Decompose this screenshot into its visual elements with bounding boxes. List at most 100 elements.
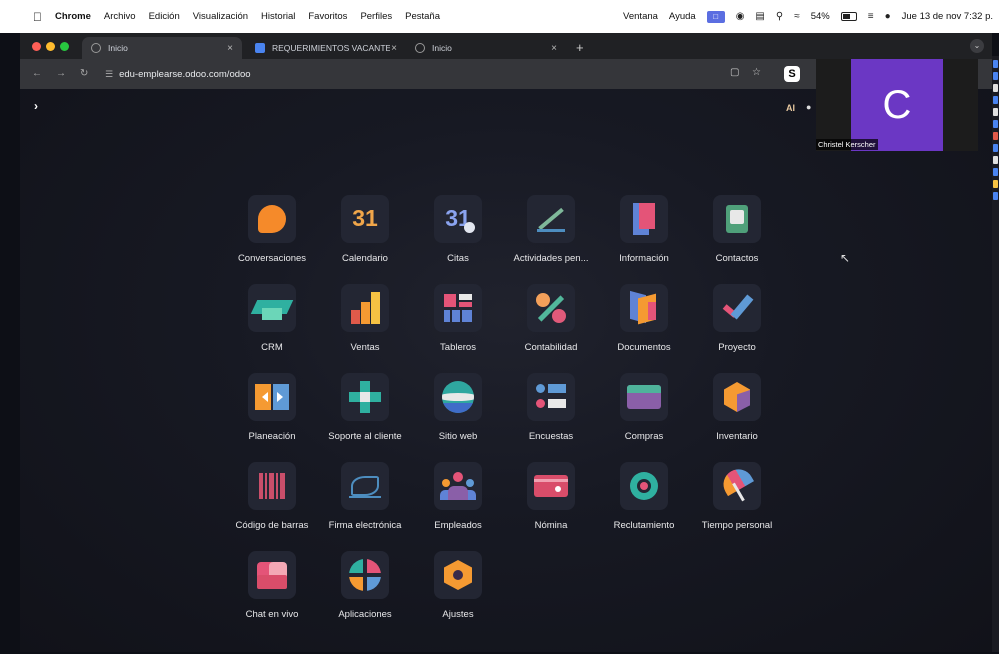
app-aplicaciones[interactable]: Aplicaciones (315, 551, 415, 631)
ai-button[interactable]: AI (786, 103, 795, 113)
app-label: Chat en vivo (245, 609, 299, 620)
app-label: Tableros (440, 342, 476, 353)
control-center-icon[interactable]: ≡ (868, 11, 874, 22)
url-text[interactable]: edu-emplearse.odoo.com/odoo (119, 69, 251, 80)
video-call-tile[interactable]: C Christel Kerscher (816, 59, 978, 151)
bookmark-star-icon[interactable]: ☆ (752, 67, 761, 78)
app-ventas[interactable]: Ventas (315, 284, 415, 364)
close-window-button[interactable] (32, 42, 41, 51)
screen-share-icon[interactable]: □ (706, 10, 725, 23)
menu-perfiles[interactable]: Perfiles (360, 11, 392, 22)
chat-icon[interactable]: ● (806, 102, 811, 112)
survey-icon (527, 373, 575, 421)
app-label: Ajustes (442, 609, 474, 620)
app-empleados[interactable]: Empleados (408, 462, 508, 542)
odoo-home: › AI ● Conversaciones 31 Calendario 31 C… (20, 89, 992, 652)
new-tab-icon[interactable]: + (576, 40, 584, 55)
forward-icon[interactable]: → (56, 68, 66, 79)
helpdesk-plus-icon (341, 373, 389, 421)
address-bar[interactable]: ☰ edu-emplearse.odoo.com/odoo (105, 64, 785, 84)
minimize-window-button[interactable] (46, 42, 55, 51)
tab-inicio-2[interactable]: Inicio × (406, 37, 566, 59)
menu-ventana[interactable]: Ventana (623, 11, 658, 22)
app-reclutamiento[interactable]: Reclutamiento (594, 462, 694, 542)
app-calendario[interactable]: 31 Calendario (315, 195, 415, 275)
back-icon[interactable]: ← (32, 68, 42, 79)
app-contactos[interactable]: Contactos (687, 195, 787, 275)
menu-visualizacion[interactable]: Visualización (193, 11, 248, 22)
app-actividades[interactable]: Actividades pen... (501, 195, 601, 275)
app-label: Tiempo personal (701, 520, 773, 531)
contact-card-icon (713, 195, 761, 243)
accounting-percent-icon (527, 284, 575, 332)
recruitment-icon (620, 462, 668, 510)
reload-icon[interactable]: ↻ (80, 68, 88, 79)
app-documentos[interactable]: Documentos (594, 284, 694, 364)
app-inventario[interactable]: Inventario (687, 373, 787, 453)
app-conversaciones[interactable]: Conversaciones (222, 195, 322, 275)
menu-ayuda[interactable]: Ayuda (669, 11, 696, 22)
app-sitio-web[interactable]: Sitio web (408, 373, 508, 453)
app-proyecto[interactable]: Proyecto (687, 284, 787, 364)
menu-favoritos[interactable]: Favoritos (308, 11, 347, 22)
app-informacion[interactable]: Información (594, 195, 694, 275)
app-label: Contactos (715, 253, 759, 264)
app-nomina[interactable]: Nómina (501, 462, 601, 542)
siri-icon[interactable]: ● (885, 11, 891, 22)
battery-icon[interactable] (840, 12, 857, 21)
menubar-datetime[interactable]: Jue 13 de nov 7:32 p. (902, 11, 993, 22)
install-app-icon[interactable]: ▢ (730, 67, 739, 78)
app-label: CRM (261, 342, 283, 353)
background-window-edge (992, 56, 999, 652)
app-label: Código de barras (235, 520, 309, 531)
app-label: Reclutamiento (613, 520, 675, 531)
window-controls (32, 42, 69, 51)
app-codigo-barras[interactable]: Código de barras (222, 462, 322, 542)
app-label: Planeación (248, 431, 296, 442)
planning-icon (248, 373, 296, 421)
close-tab-icon[interactable]: × (551, 43, 557, 54)
close-tab-icon[interactable]: × (227, 43, 233, 54)
actividades-icon (527, 195, 575, 243)
app-tiempo-personal[interactable]: Tiempo personal (687, 462, 787, 542)
app-contabilidad[interactable]: Contabilidad (501, 284, 601, 364)
broadcast-icon[interactable]: ◉ (736, 11, 745, 22)
tab-inicio-1[interactable]: Inicio × (82, 37, 242, 59)
settings-hex-icon (434, 551, 482, 599)
doc-icon (255, 43, 265, 53)
app-planeacion[interactable]: Planeación (222, 373, 322, 453)
search-icon[interactable]: ⚲ (776, 11, 783, 22)
window-icon[interactable]: ▤ (755, 11, 764, 22)
app-tableros[interactable]: Tableros (408, 284, 508, 364)
app-compras[interactable]: Compras (594, 373, 694, 453)
maximize-window-button[interactable] (60, 42, 69, 51)
site-settings-icon[interactable]: ☰ (105, 69, 113, 80)
chevron-down-icon[interactable]: ⌄ (970, 39, 984, 53)
app-chat-en-vivo[interactable]: Chat en vivo (222, 551, 322, 631)
app-ajustes[interactable]: Ajustes (408, 551, 508, 631)
app-encuestas[interactable]: Encuestas (501, 373, 601, 453)
menu-pestana[interactable]: Pestaña (405, 11, 440, 22)
calendar-day: 31 (352, 205, 378, 231)
expand-menu-icon[interactable]: › (34, 99, 38, 113)
macos-menubar:  Chrome Archivo Edición Visualización H… (0, 0, 999, 33)
app-label: Ventas (350, 342, 380, 353)
extension-s-icon[interactable]: S (784, 66, 800, 82)
signature-icon (341, 462, 389, 510)
app-soporte[interactable]: Soporte al cliente (315, 373, 415, 453)
close-tab-icon[interactable]: × (391, 43, 397, 54)
menu-historial[interactable]: Historial (261, 11, 295, 22)
menu-edicion[interactable]: Edición (149, 11, 180, 22)
menu-archivo[interactable]: Archivo (104, 11, 136, 22)
app-citas[interactable]: 31 Citas (408, 195, 508, 275)
purchase-card-icon (620, 373, 668, 421)
employees-icon (434, 462, 482, 510)
apple-icon[interactable]:  (33, 10, 42, 24)
bookmark-icon (620, 195, 668, 243)
app-firma[interactable]: Firma electrónica (315, 462, 415, 542)
menu-app-name[interactable]: Chrome (55, 11, 91, 22)
app-crm[interactable]: CRM (222, 284, 322, 364)
wifi-icon[interactable]: ≈ (794, 11, 800, 22)
app-label: Firma electrónica (328, 520, 402, 531)
tab-requerimientos[interactable]: REQUERIMIENTOS VACANTE × (246, 37, 406, 59)
